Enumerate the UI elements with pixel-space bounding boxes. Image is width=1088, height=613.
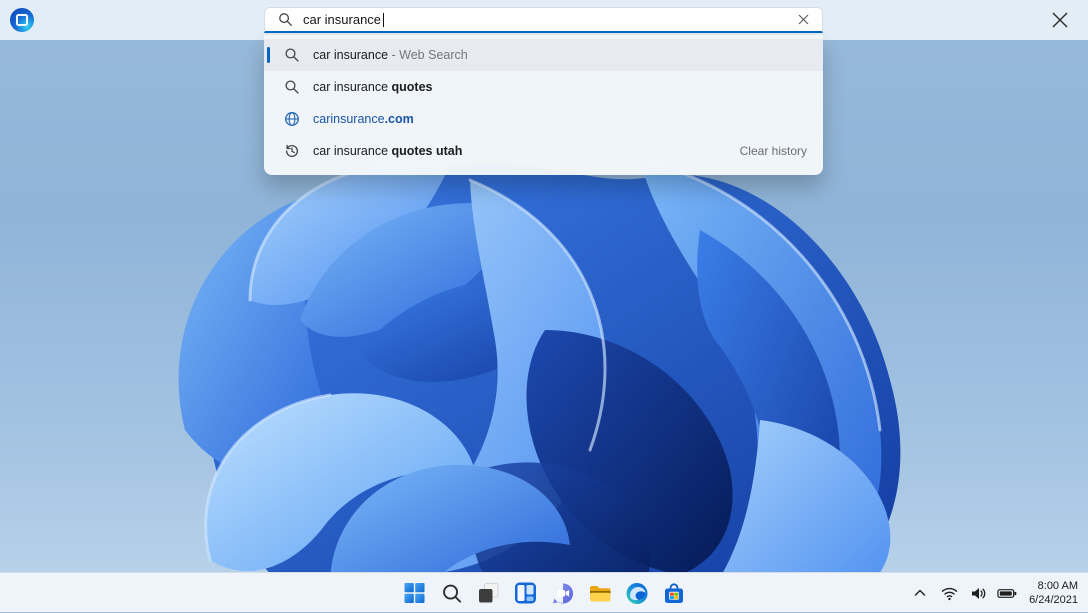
suggestion-text: carinsurance.com	[313, 112, 414, 126]
suggestion-web-search[interactable]: car insurance - Web Search	[264, 39, 823, 71]
close-icon	[798, 14, 809, 25]
desktop: car insurance car insurance - Web Search…	[0, 0, 1088, 612]
task-view-button[interactable]	[477, 581, 501, 605]
clear-search-button[interactable]	[794, 11, 812, 29]
clock-time: 8:00 AM	[1029, 579, 1078, 593]
store-icon	[662, 582, 685, 605]
start-icon	[404, 582, 426, 604]
file-explorer-icon	[588, 582, 611, 605]
volume-icon	[970, 585, 987, 602]
taskbar-center-icons	[403, 573, 686, 613]
close-icon	[1049, 9, 1071, 31]
wifi-icon	[941, 585, 958, 602]
wifi-button[interactable]	[939, 583, 959, 603]
taskbar-search-button[interactable]	[440, 581, 464, 605]
globe-icon	[284, 111, 300, 127]
edge-icon	[625, 582, 648, 605]
taskbar: 8:00 AM 6/24/2021	[0, 572, 1088, 612]
clear-history-button[interactable]: Clear history	[740, 144, 823, 158]
close-button[interactable]	[1046, 6, 1074, 34]
battery-button[interactable]	[997, 583, 1017, 603]
tray-chevron-up-button[interactable]	[910, 583, 930, 603]
store-button[interactable]	[662, 581, 686, 605]
text-caret	[383, 13, 384, 27]
suggestion-text: car insurance quotes	[313, 80, 433, 94]
suggestion-query[interactable]: car insurance quotes	[264, 71, 823, 103]
search-suggestions: car insurance - Web Search car insurance…	[264, 35, 823, 175]
edge-button[interactable]	[625, 581, 649, 605]
widgets-icon	[515, 582, 537, 604]
search-icon	[284, 79, 300, 95]
history-icon	[284, 143, 300, 159]
search-icon	[278, 12, 293, 27]
search-app-icon[interactable]	[10, 8, 34, 32]
selection-accent-bar	[267, 47, 270, 63]
start-button[interactable]	[403, 581, 427, 605]
suggestion-website[interactable]: carinsurance.com	[264, 103, 823, 135]
widgets-button[interactable]	[514, 581, 538, 605]
chat-button[interactable]	[551, 581, 575, 605]
suggestion-history[interactable]: car insurance quotes utah Clear history	[264, 135, 823, 167]
suggestion-text: car insurance - Web Search	[313, 48, 468, 62]
battery-icon	[997, 585, 1017, 602]
system-tray: 8:00 AM 6/24/2021	[910, 573, 1078, 613]
chat-icon	[551, 582, 574, 605]
search-icon	[441, 583, 462, 604]
app-icon-glyph	[16, 14, 28, 26]
volume-button[interactable]	[968, 583, 988, 603]
chevron-up-icon	[913, 586, 927, 600]
clock-date: 6/24/2021	[1029, 593, 1078, 607]
file-explorer-button[interactable]	[588, 581, 612, 605]
suggestion-text: car insurance quotes utah	[313, 144, 462, 158]
search-input-box[interactable]: car insurance	[264, 7, 823, 33]
search-icon	[284, 47, 300, 63]
task-view-icon	[478, 582, 500, 604]
clock[interactable]: 8:00 AM 6/24/2021	[1026, 579, 1078, 608]
search-query-text: car insurance	[303, 12, 381, 27]
